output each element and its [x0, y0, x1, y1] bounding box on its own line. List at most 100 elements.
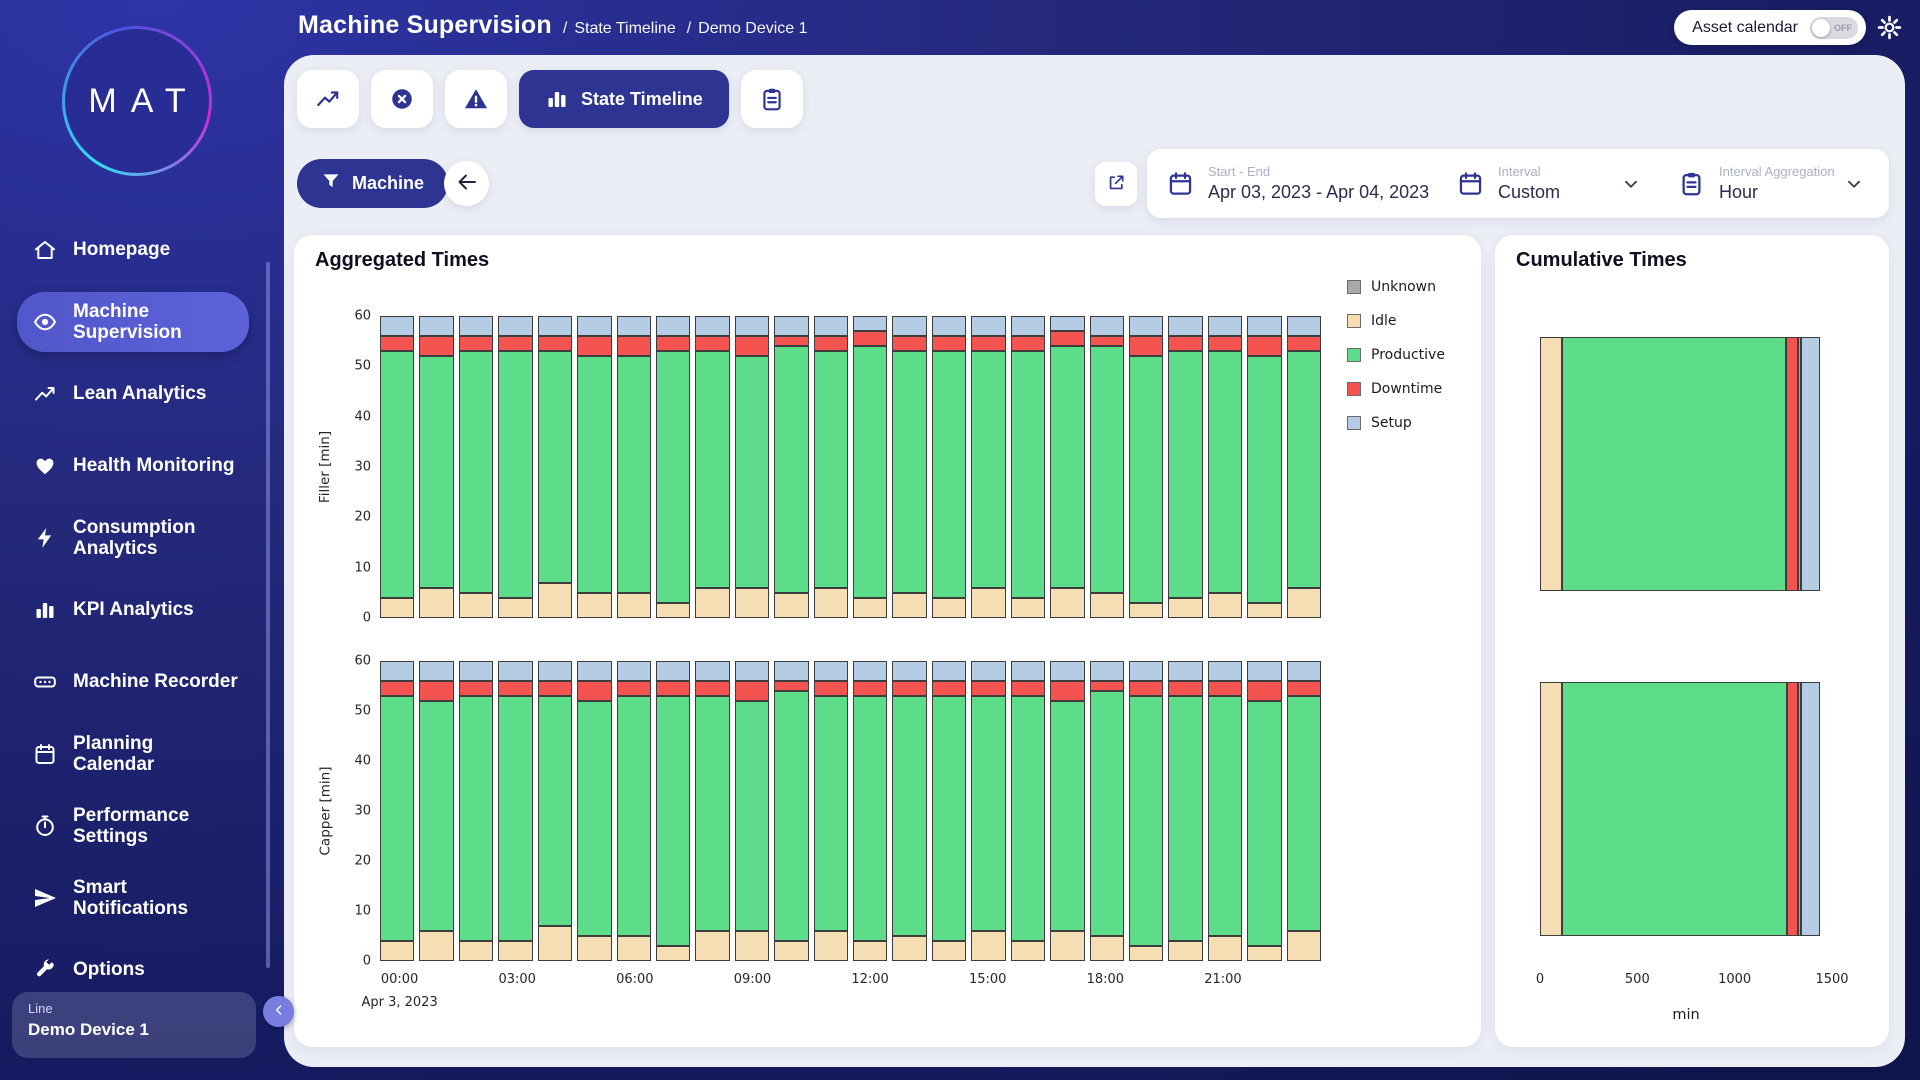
y-axis-tick: 60: [354, 654, 371, 669]
sidebar-scrollbar[interactable]: [266, 262, 270, 968]
stacked-bar-03:00: [498, 316, 532, 618]
interval-select[interactable]: Interval Custom: [1457, 149, 1560, 218]
x-axis-tick: 00:00: [381, 972, 418, 987]
sidebar: MAT HomepageMachine SupervisionLean Anal…: [0, 0, 284, 1080]
legend-label: Downtime: [1371, 381, 1442, 397]
sidebar-item-consumption-analytics[interactable]: Consumption Analytics: [0, 502, 284, 574]
segment-setup: [1208, 661, 1242, 681]
sidebar-item-homepage[interactable]: Homepage: [0, 214, 284, 286]
sidebar-collapse-button[interactable]: [263, 996, 294, 1027]
breadcrumb-separator: /: [563, 20, 567, 38]
sidebar-item-machine-supervision[interactable]: Machine Supervision: [17, 292, 249, 352]
stacked-bar-02:00: [459, 661, 493, 961]
tab-trend[interactable]: [297, 70, 359, 128]
breadcrumb-item-state-timeline[interactable]: State Timeline: [574, 20, 675, 38]
tab-stop-reasons[interactable]: [371, 70, 433, 128]
sidebar-item-smart-notifications[interactable]: Smart Notifications: [0, 862, 284, 934]
tab-alarms[interactable]: [445, 70, 507, 128]
sidebar-item-health-monitoring[interactable]: Health Monitoring: [0, 430, 284, 502]
segment-setup: [695, 661, 729, 681]
segment-productive: [1129, 696, 1163, 946]
sidebar-item-label: Options: [73, 959, 145, 980]
settings-button[interactable]: [1870, 13, 1902, 45]
segment-setup: [1801, 682, 1820, 936]
tab-state-timeline[interactable]: State Timeline: [519, 70, 729, 128]
segment-idle: [1129, 946, 1163, 961]
segment-setup: [1129, 661, 1163, 681]
segment-productive: [538, 696, 572, 926]
legend-item-productive: Productive: [1347, 347, 1445, 363]
segment-downtime: [1129, 336, 1163, 356]
open-external-button[interactable]: [1095, 162, 1137, 206]
stacked-bar-04:00: [538, 661, 572, 961]
device-selector-card[interactable]: Line Demo Device 1: [12, 992, 256, 1058]
segment-idle: [1247, 946, 1281, 961]
aggregated-times-title: Aggregated Times: [315, 249, 489, 272]
back-button[interactable]: [444, 161, 489, 206]
segment-idle: [1050, 931, 1084, 961]
asset-calendar-switch[interactable]: OFF: [1810, 17, 1858, 39]
segment-setup: [380, 661, 414, 681]
segment-setup: [814, 316, 848, 336]
segment-setup: [814, 661, 848, 681]
segment-idle: [617, 936, 651, 961]
segment-downtime: [1168, 681, 1202, 696]
sidebar-item-label: Planning Calendar: [73, 733, 154, 776]
interval-aggregation-select[interactable]: Interval Aggregation Hour: [1678, 149, 1835, 218]
segment-idle: [1247, 603, 1281, 618]
segment-downtime: [656, 681, 690, 696]
app-logo[interactable]: MAT: [62, 26, 212, 176]
sidebar-item-planning-calendar[interactable]: Planning Calendar: [0, 718, 284, 790]
segment-downtime: [1247, 681, 1281, 701]
segment-idle: [695, 931, 729, 961]
segment-idle: [617, 593, 651, 618]
stacked-bar-23:00: [1287, 661, 1321, 961]
segment-productive: [380, 351, 414, 598]
date-range-value: Apr 03, 2023 - Apr 04, 2023: [1208, 182, 1429, 203]
stacked-bar-09:00: [735, 316, 769, 618]
breadcrumb-item-demo-device-1[interactable]: Demo Device 1: [698, 20, 807, 38]
segment-idle: [577, 593, 611, 618]
y-axis-tick: 50: [354, 704, 371, 719]
interval-text: Interval Custom: [1498, 164, 1560, 203]
main-panel: State Timeline Machine Start - End Apr 0…: [284, 55, 1905, 1067]
segment-idle: [1011, 941, 1045, 961]
segment-setup: [1247, 661, 1281, 681]
cumulative-bar-capper: [1540, 682, 1820, 936]
segment-idle: [735, 931, 769, 961]
segment-productive: [617, 356, 651, 593]
home-icon: [33, 238, 57, 262]
sidebar-item-performance-settings[interactable]: Performance Settings: [0, 790, 284, 862]
segment-productive: [1050, 701, 1084, 931]
segment-idle: [1168, 941, 1202, 961]
segment-setup: [459, 316, 493, 336]
segment-downtime: [380, 681, 414, 696]
chevron-down-icon[interactable]: [1843, 173, 1865, 195]
segment-downtime: [577, 681, 611, 701]
chevron-down-icon[interactable]: [1620, 173, 1642, 195]
chevron-left-icon: [271, 1002, 287, 1021]
segment-productive: [892, 351, 926, 593]
sidebar-item-machine-recorder[interactable]: Machine Recorder: [0, 646, 284, 718]
tab-reports[interactable]: [741, 70, 803, 128]
segment-setup: [932, 661, 966, 681]
legend-swatch: [1347, 416, 1361, 430]
date-range-picker[interactable]: Start - End Apr 03, 2023 - Apr 04, 2023: [1167, 149, 1429, 218]
segment-productive: [1247, 356, 1281, 603]
stacked-bar-18:00: [1090, 316, 1124, 618]
sidebar-item-lean-analytics[interactable]: Lean Analytics: [0, 358, 284, 430]
machine-filter-button[interactable]: Machine: [297, 159, 448, 208]
segment-setup: [1050, 661, 1084, 681]
stacked-bar-11:00: [814, 316, 848, 618]
send-icon: [33, 886, 57, 910]
stacked-bar-01:00: [419, 661, 453, 961]
stacked-bar-08:00: [695, 661, 729, 961]
sidebar-nav: HomepageMachine SupervisionLean Analytic…: [0, 214, 284, 1006]
gauge-icon: [33, 814, 57, 838]
segment-productive: [695, 696, 729, 931]
stacked-bar-02:00: [459, 316, 493, 618]
sidebar-item-kpi-analytics[interactable]: KPI Analytics: [0, 574, 284, 646]
segment-downtime: [1208, 681, 1242, 696]
segment-downtime: [1787, 682, 1798, 936]
segment-downtime: [853, 681, 887, 696]
